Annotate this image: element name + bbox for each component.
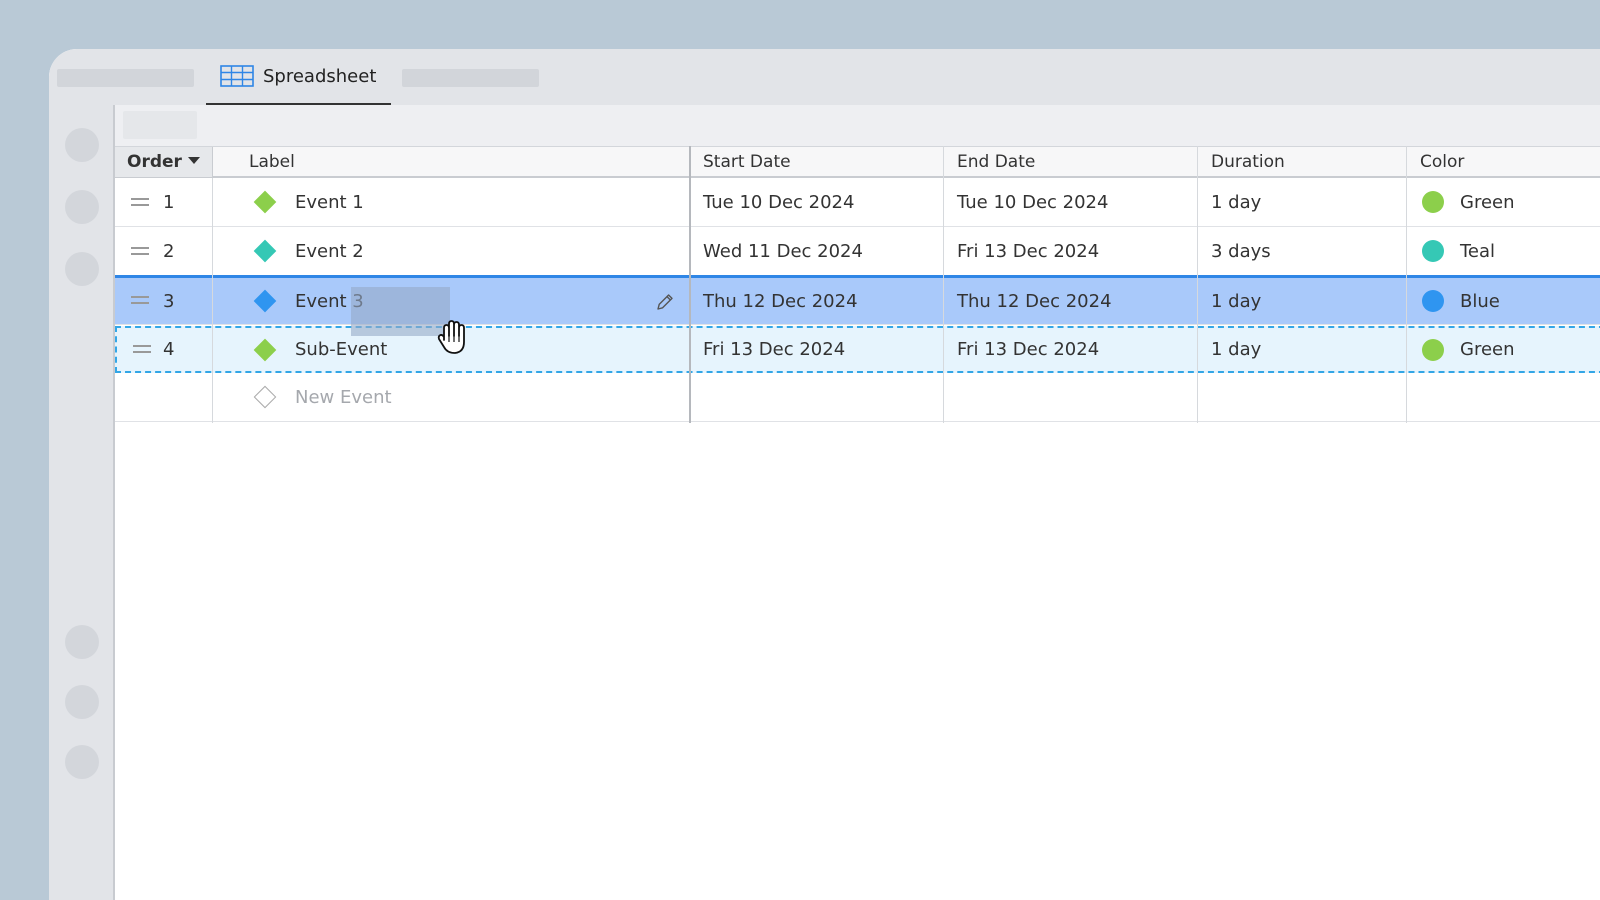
color-swatch-icon bbox=[1422, 240, 1444, 262]
column-divider bbox=[1406, 146, 1407, 423]
table-row[interactable]: 1 Event 1 Tue 10 Dec 2024 Tue 10 Dec 202… bbox=[115, 178, 1600, 227]
column-header-order-label: Order bbox=[127, 152, 182, 172]
sidebar-button-1[interactable] bbox=[65, 128, 99, 162]
table-row-selected[interactable]: 3 Event 3 Thu 12 Dec 2024 Thu 12 Dec 202… bbox=[115, 275, 1600, 325]
pencil-icon[interactable] bbox=[655, 292, 675, 316]
drag-handle-icon[interactable] bbox=[131, 296, 149, 304]
cell-start-date[interactable]: Tue 10 Dec 2024 bbox=[703, 178, 854, 226]
sort-caret-icon bbox=[187, 156, 200, 164]
event-diamond-icon bbox=[253, 190, 277, 214]
color-swatch-icon bbox=[1422, 290, 1444, 312]
cell-order: 4 bbox=[163, 339, 175, 360]
cell-label[interactable]: New Event bbox=[249, 373, 392, 421]
cell-color-text: Blue bbox=[1460, 290, 1500, 312]
cell-end-date[interactable]: Fri 13 Dec 2024 bbox=[957, 227, 1099, 275]
column-header-label[interactable]: Label bbox=[237, 147, 295, 177]
event-diamond-icon bbox=[253, 338, 277, 361]
cell-label-text: Sub-Event bbox=[295, 339, 388, 360]
cell-color[interactable]: Green bbox=[1422, 328, 1515, 371]
cell-label[interactable]: Event 2 bbox=[249, 227, 364, 275]
sidebar-button-4[interactable] bbox=[65, 625, 99, 659]
column-divider bbox=[689, 146, 691, 423]
empty-diamond-icon bbox=[253, 385, 277, 409]
cell-color-text: Green bbox=[1460, 191, 1515, 213]
sidebar-button-6[interactable] bbox=[65, 745, 99, 779]
column-header-duration[interactable]: Duration bbox=[1199, 147, 1285, 177]
drag-handle-icon[interactable] bbox=[133, 345, 151, 353]
cell-label-text: Event 2 bbox=[295, 240, 364, 262]
cell-order: 3 bbox=[163, 290, 175, 312]
cell-label[interactable]: Event 3 bbox=[249, 278, 364, 324]
cell-order: 2 bbox=[163, 240, 175, 262]
color-swatch-icon bbox=[1422, 338, 1444, 361]
column-divider bbox=[943, 146, 944, 423]
drag-handle-icon[interactable] bbox=[131, 198, 149, 206]
new-event-placeholder: New Event bbox=[295, 386, 392, 408]
cell-end-date[interactable]: Tue 10 Dec 2024 bbox=[957, 178, 1108, 226]
spreadsheet-grid-icon bbox=[220, 65, 254, 87]
cell-start-date[interactable]: Wed 11 Dec 2024 bbox=[703, 227, 863, 275]
header-row: Order Label Start Date End Date Duration… bbox=[115, 146, 1600, 178]
cell-order: 1 bbox=[163, 191, 175, 213]
column-header-start-date[interactable]: Start Date bbox=[691, 147, 791, 177]
sidebar-button-3[interactable] bbox=[65, 252, 99, 286]
event-diamond-icon bbox=[253, 239, 277, 263]
cell-duration[interactable]: 1 day bbox=[1211, 328, 1261, 371]
cell-label-text: Event 1 bbox=[295, 191, 364, 213]
cell-color-text: Green bbox=[1460, 339, 1515, 360]
sidebar bbox=[49, 105, 115, 900]
cell-duration[interactable]: 1 day bbox=[1211, 178, 1261, 226]
column-header-color[interactable]: Color bbox=[1408, 147, 1464, 177]
column-header-end-date[interactable]: End Date bbox=[945, 147, 1035, 177]
cell-label[interactable]: Event 1 bbox=[249, 178, 364, 226]
toolbar-placeholder-button[interactable] bbox=[123, 111, 197, 139]
cell-duration[interactable]: 1 day bbox=[1211, 278, 1261, 324]
cell-color[interactable]: Blue bbox=[1422, 278, 1500, 324]
tab-spreadsheet[interactable]: Spreadsheet bbox=[206, 49, 391, 105]
column-divider bbox=[212, 178, 213, 423]
color-swatch-icon bbox=[1422, 191, 1444, 213]
drag-handle-icon[interactable] bbox=[131, 247, 149, 255]
cell-duration[interactable]: 3 days bbox=[1211, 227, 1271, 275]
column-header-order[interactable]: Order bbox=[115, 147, 213, 177]
cell-start-date[interactable]: Thu 12 Dec 2024 bbox=[703, 278, 858, 324]
tab-placeholder-right[interactable] bbox=[402, 69, 539, 87]
column-divider bbox=[1197, 146, 1198, 423]
app-window: Spreadsheet Order Label Start Date End D… bbox=[49, 49, 1600, 900]
tab-placeholder-left[interactable] bbox=[57, 69, 194, 87]
cell-start-date[interactable]: Fri 13 Dec 2024 bbox=[703, 328, 845, 371]
cell-end-date[interactable]: Thu 12 Dec 2024 bbox=[957, 278, 1112, 324]
cell-end-date[interactable]: Fri 13 Dec 2024 bbox=[957, 328, 1099, 371]
table-row[interactable]: 2 Event 2 Wed 11 Dec 2024 Fri 13 Dec 202… bbox=[115, 227, 1600, 276]
sidebar-button-5[interactable] bbox=[65, 685, 99, 719]
table-row-drop-target[interactable]: 4 Sub-Event Fri 13 Dec 2024 Fri 13 Dec 2… bbox=[115, 326, 1600, 373]
tab-bar: Spreadsheet bbox=[49, 49, 1600, 105]
new-event-row[interactable]: New Event bbox=[115, 373, 1600, 422]
cell-color-text: Teal bbox=[1460, 240, 1496, 262]
grab-hand-cursor bbox=[437, 320, 465, 354]
cell-color[interactable]: Green bbox=[1422, 178, 1515, 226]
tab-label: Spreadsheet bbox=[263, 65, 377, 87]
event-diamond-icon bbox=[253, 289, 277, 313]
spreadsheet-grid: Order Label Start Date End Date Duration… bbox=[115, 146, 1600, 900]
sidebar-button-2[interactable] bbox=[65, 190, 99, 224]
toolbar bbox=[115, 105, 1600, 146]
cell-color[interactable]: Teal bbox=[1422, 227, 1495, 275]
